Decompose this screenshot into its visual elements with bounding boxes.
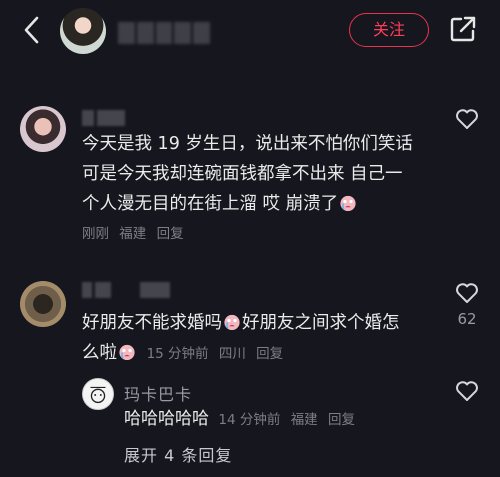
share-icon[interactable]: [449, 15, 477, 43]
author-name-blurred: [118, 22, 210, 44]
like-button[interactable]: [452, 108, 482, 134]
expand-replies-button[interactable]: 展开 4 条回复: [124, 442, 232, 466]
commenter-avatar[interactable]: [20, 281, 66, 327]
reply-location: 福建: [290, 412, 318, 428]
reply-button[interactable]: 回复: [256, 346, 283, 362]
crying-face-emoji: [340, 195, 356, 212]
reply-time: 14 分钟前: [218, 412, 281, 428]
reply-author-name[interactable]: 玛卡巴卡: [124, 381, 192, 405]
like-count: 62: [457, 310, 477, 328]
reply-text: 哈哈哈哈哈 14 分钟前 福建 回复: [124, 404, 361, 435]
like-button[interactable]: 62: [450, 282, 484, 328]
reply-button[interactable]: 回复: [157, 226, 184, 242]
reply-button[interactable]: 回复: [328, 412, 355, 428]
comment-location: 四川: [218, 346, 246, 362]
comment-text: 今天是我 19 岁生日，说出来不怕你们笑话 可是今天我却连碗面钱都拿不出来 自己…: [82, 134, 413, 214]
comment-meta: 15 分钟前 四川 回复: [147, 346, 290, 362]
commenter-avatar[interactable]: [20, 106, 66, 152]
commenter-name-blurred: [82, 282, 170, 298]
commenter-name-blurred: [82, 110, 125, 126]
chevron-left-icon[interactable]: [20, 14, 44, 46]
top-bar: 关注: [0, 0, 500, 64]
like-button[interactable]: [452, 380, 482, 406]
crying-face-emoji: [119, 344, 135, 361]
reply-meta: 14 分钟前 福建 回复: [218, 412, 361, 428]
comment-item: 好朋友不能求婚吗 好朋友之间求个婚怎 么啦 15 分钟前 四川 回复 62: [0, 278, 500, 368]
reply-avatar[interactable]: [82, 378, 114, 410]
comment-item: 今天是我 19 岁生日，说出来不怕你们笑话 可是今天我却连碗面钱都拿不出来 自己…: [0, 96, 500, 246]
comment-time: 15 分钟前: [146, 346, 209, 362]
heart-outline-icon: [456, 283, 478, 303]
comment-location: 福建: [119, 226, 147, 242]
cartoon-avatar-icon: [90, 386, 106, 404]
heart-outline-icon: [456, 381, 478, 401]
heart-outline-icon: [456, 109, 478, 129]
follow-button[interactable]: 关注: [349, 13, 429, 47]
author-avatar[interactable]: [60, 8, 106, 54]
reply-item: 玛卡巴卡 哈哈哈哈哈 14 分钟前 福建 回复: [0, 378, 500, 438]
comment-meta: 刚刚 福建 回复: [82, 222, 190, 242]
comment-time: 刚刚: [82, 226, 109, 242]
crying-face-emoji: [224, 314, 240, 331]
comment-text: 好朋友不能求婚吗 好朋友之间求个婚怎 么啦 15 分钟前 四川 回复: [82, 313, 400, 363]
